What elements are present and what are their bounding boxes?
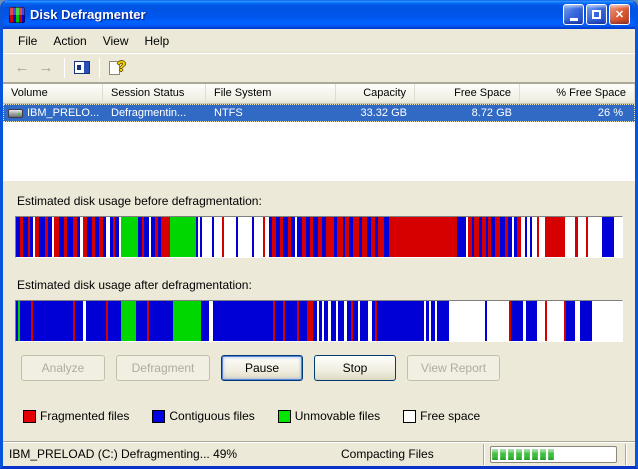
legend-label: Free space [420, 409, 480, 423]
after-defrag-usage-bar [15, 300, 623, 342]
fragmented-files-swatch [23, 410, 36, 423]
status-phase: Compacting Files [341, 447, 483, 461]
disk-defragmenter-icon [9, 7, 25, 23]
list-header: Volume Session Status File System Capaci… [3, 84, 635, 104]
before-defrag-usage-bar [15, 216, 623, 258]
contiguous-files-swatch [152, 410, 165, 423]
legend-item-free-space: Free space [403, 409, 480, 423]
legend: Fragmented files Contiguous files Unmova… [23, 409, 623, 423]
progress-blocks [492, 449, 556, 460]
help-button[interactable]: ? [105, 57, 129, 79]
legend-label: Unmovable files [295, 409, 380, 423]
free-space-value: 8.72 GB [415, 107, 520, 119]
title-bar: Disk Defragmenter ✕ [3, 0, 635, 29]
file-system-value: NTFS [206, 107, 336, 119]
capacity-value: 33.32 GB [336, 107, 415, 119]
back-arrow-icon[interactable]: ← [11, 58, 33, 78]
after-defrag-label: Estimated disk usage after defragmentati… [17, 278, 623, 292]
column-header-capacity[interactable]: Capacity [336, 84, 415, 104]
toolbar: ← → ? [3, 53, 635, 83]
legend-item-contiguous: Contiguous files [152, 409, 254, 423]
minimize-button[interactable] [563, 4, 584, 25]
menu-file[interactable]: File [10, 31, 45, 51]
toolbar-separator [64, 58, 65, 78]
unmovable-files-swatch [278, 410, 291, 423]
status-bar: IBM_PRELOAD (C:) Defragmenting... 49% Co… [3, 441, 635, 466]
menu-action[interactable]: Action [45, 31, 94, 51]
analyze-button[interactable]: Analyze [21, 355, 105, 381]
legend-item-fragmented: Fragmented files [23, 409, 129, 423]
minimize-icon [570, 18, 578, 21]
volume-list: Volume Session Status File System Capaci… [3, 83, 635, 181]
defragment-button[interactable]: Defragment [116, 355, 210, 381]
console-tree-button[interactable] [70, 57, 94, 79]
console-tree-icon [74, 61, 90, 74]
column-header-volume[interactable]: Volume [3, 84, 103, 104]
close-icon: ✕ [615, 8, 624, 21]
menu-bar: File Action View Help [3, 29, 635, 53]
status-text: IBM_PRELOAD (C:) Defragmenting... 49% [3, 447, 341, 461]
maximize-button[interactable] [586, 4, 607, 25]
legend-label: Fragmented files [40, 409, 129, 423]
column-header-session-status[interactable]: Session Status [103, 84, 206, 104]
view-report-button[interactable]: View Report [407, 355, 500, 381]
legend-label: Contiguous files [169, 409, 254, 423]
button-row: Analyze Defragment Pause Stop View Repor… [21, 355, 623, 381]
disk-defragmenter-window: Disk Defragmenter ✕ File Action View Hel… [0, 0, 638, 469]
session-status-value: Defragmentin... [103, 107, 206, 119]
maximize-icon [592, 10, 601, 19]
volume-row-selected[interactable]: IBM_PRELO... Defragmentin... NTFS 33.32 … [3, 104, 635, 122]
column-header-pct-free-space[interactable]: % Free Space [520, 84, 635, 104]
before-defrag-label: Estimated disk usage before defragmentat… [17, 194, 623, 208]
free-space-swatch [403, 410, 416, 423]
legend-item-unmovable: Unmovable files [278, 409, 380, 423]
menu-view[interactable]: View [95, 31, 137, 51]
column-header-file-system[interactable]: File System [206, 84, 336, 104]
main-panel: Estimated disk usage before defragmentat… [3, 181, 635, 441]
forward-arrow-icon[interactable]: → [35, 58, 57, 78]
pause-button[interactable]: Pause [221, 355, 303, 381]
window-title: Disk Defragmenter [30, 7, 561, 22]
menu-help[interactable]: Help [137, 31, 178, 51]
hard-disk-icon [8, 109, 23, 118]
volume-name: IBM_PRELO... [27, 107, 99, 119]
close-button[interactable]: ✕ [609, 4, 630, 25]
help-icon: ? [109, 60, 125, 76]
toolbar-separator [99, 58, 100, 78]
pct-free-space-value: 26 % [520, 107, 635, 119]
status-bar-end-pane [625, 444, 635, 465]
column-header-free-space[interactable]: Free Space [415, 84, 520, 104]
stop-button[interactable]: Stop [314, 355, 396, 381]
progress-pane [483, 444, 625, 465]
defrag-progress-bar [490, 446, 617, 463]
